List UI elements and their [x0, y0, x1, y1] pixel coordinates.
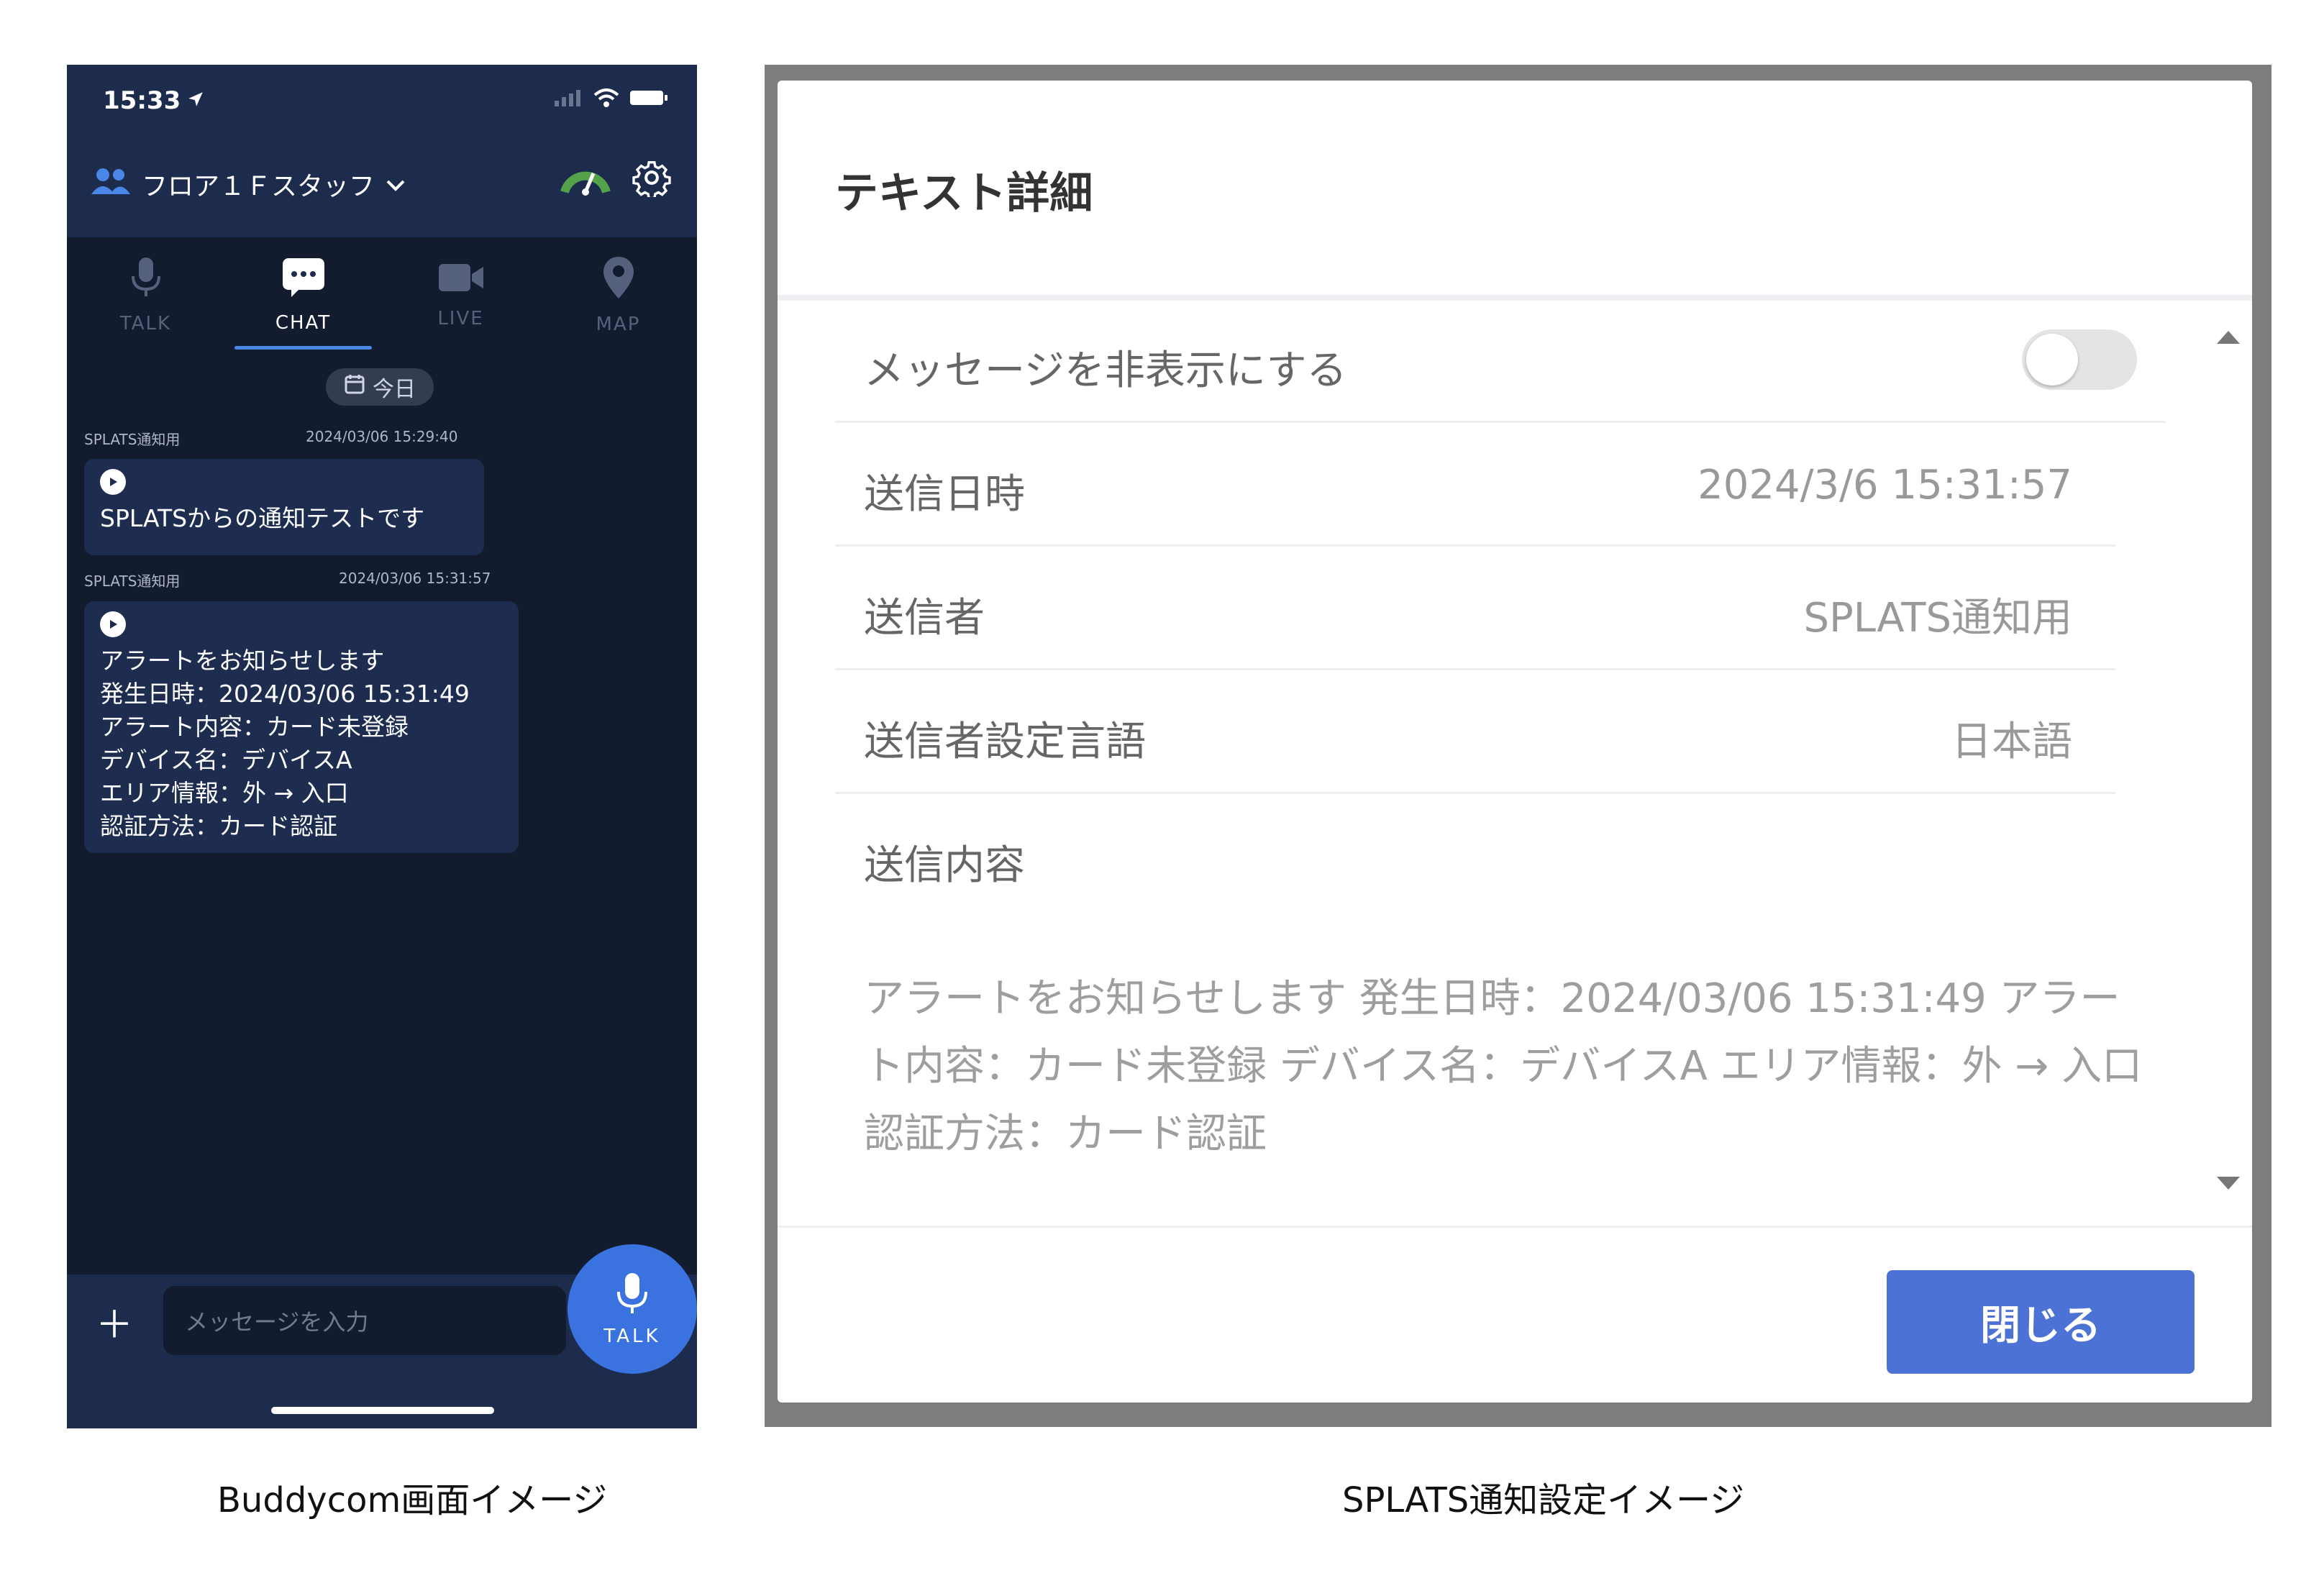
- talk-button-label: TALK: [603, 1325, 661, 1347]
- message-text: SPLATSからの通知テストです: [100, 504, 425, 532]
- microphone-icon: [130, 256, 162, 304]
- message-timestamp: 2024/03/06 15:31:57: [339, 570, 491, 587]
- hide-message-toggle[interactable]: [2022, 329, 2137, 390]
- date-separator-chip: 今日: [326, 368, 434, 406]
- message-bubble[interactable]: アラートをお知らせします 発生日時：2024/03/06 15:31:49 アラ…: [84, 601, 519, 853]
- group-name: フロア１Ｆスタッフ: [142, 172, 375, 201]
- tab-chat[interactable]: CHAT: [224, 237, 382, 352]
- users-icon: [90, 167, 132, 202]
- field-label: 送信者設定言語: [864, 719, 1146, 765]
- scroll-down-arrow-icon[interactable]: [2217, 1177, 2240, 1190]
- gear-icon[interactable]: [632, 158, 671, 200]
- toggle-knob: [2026, 334, 2078, 386]
- battery-icon: [629, 88, 668, 110]
- message-timestamp: 2024/03/06 15:29:40: [306, 428, 458, 445]
- tab-map-label: MAP: [596, 313, 641, 335]
- map-pin-icon: [602, 255, 635, 305]
- message-text: アラートをお知らせします 発生日時：2024/03/06 15:31:49 アラ…: [100, 647, 470, 840]
- field-value: 2024/3/6 15:31:57: [1698, 462, 2072, 509]
- tab-talk-label: TALK: [119, 312, 172, 334]
- tab-live-label: LIVE: [437, 307, 484, 329]
- mode-tabs: TALK CHAT LIVE MAP: [67, 237, 697, 352]
- dialog-header-divider: [778, 295, 2252, 301]
- message-bubble[interactable]: SPLATSからの通知テストです: [84, 459, 484, 555]
- microphone-icon: [616, 1272, 649, 1321]
- play-icon[interactable]: [100, 469, 126, 495]
- hide-message-row: メッセージを非表示にする: [835, 301, 2166, 423]
- play-icon[interactable]: [100, 611, 126, 637]
- message-sender: SPLATS通知用: [84, 573, 181, 590]
- field-row-sent-time: 送信日時 2024/3/6 15:31:57: [835, 423, 2115, 547]
- status-bar-icons: [555, 88, 668, 111]
- status-bar-time: 15:33: [103, 86, 205, 115]
- phone-header: 15:33 フロア１Ｆスタッフ: [67, 65, 697, 237]
- text-detail-dialog: テキスト詳細 メッセージを非表示にする 送信日時 2024/3/6 15:31:…: [778, 81, 2252, 1403]
- caption-buddycom: Buddycom画面イメージ: [217, 1480, 608, 1520]
- chevron-down-icon: [385, 170, 406, 199]
- talk-button[interactable]: TALK: [568, 1244, 697, 1374]
- home-indicator: [271, 1407, 494, 1414]
- field-label: 送信者: [864, 595, 985, 642]
- chat-bubble-icon: [281, 257, 326, 304]
- add-attachment-button[interactable]: ＋: [96, 1295, 133, 1349]
- message-input[interactable]: メッセージを入力: [163, 1286, 566, 1355]
- status-time-text: 15:33: [103, 86, 181, 115]
- caption-splats: SPLATS通知設定イメージ: [1342, 1480, 1745, 1520]
- close-button[interactable]: 閉じる: [1887, 1270, 2195, 1374]
- field-value: SPLATS通知用: [1803, 595, 2072, 642]
- hide-message-label: メッセージを非表示にする: [864, 347, 1347, 394]
- header-actions: [559, 158, 671, 200]
- message-sender: SPLATS通知用: [84, 431, 181, 448]
- signal-meter-icon[interactable]: [559, 159, 612, 199]
- dialog-title: テキスト詳細: [835, 168, 1093, 219]
- buddycom-phone-screen: 15:33 フロア１Ｆスタッフ TALK CHAT LIVE MAP 今日 SP…: [67, 65, 697, 1428]
- scroll-up-arrow-icon[interactable]: [2217, 331, 2240, 344]
- signal-icon: [555, 89, 583, 109]
- content-label: 送信内容: [864, 842, 1025, 889]
- field-label: 送信日時: [864, 471, 1025, 518]
- tab-live[interactable]: LIVE: [382, 237, 539, 352]
- tab-map[interactable]: MAP: [539, 237, 697, 352]
- field-row-sender-language: 送信者設定言語 日本語: [835, 670, 2115, 794]
- tab-talk[interactable]: TALK: [67, 237, 224, 352]
- video-camera-icon: [437, 261, 485, 299]
- field-row-content: 送信内容: [835, 794, 2115, 931]
- wifi-icon: [593, 88, 619, 111]
- group-selector[interactable]: フロア１Ｆスタッフ: [90, 165, 406, 203]
- field-row-sender: 送信者 SPLATS通知用: [835, 547, 2115, 670]
- field-value: 日本語: [1951, 719, 2072, 765]
- location-arrow-icon: [186, 86, 205, 115]
- tab-chat-label: CHAT: [275, 311, 332, 334]
- calendar-icon: [344, 373, 365, 401]
- dialog-footer-divider: [778, 1226, 2252, 1228]
- date-chip-label: 今日: [373, 377, 416, 402]
- content-text: アラートをお知らせします 発生日時：2024/03/06 15:31:49 アラ…: [864, 975, 2143, 1157]
- message-input-placeholder: メッセージを入力: [185, 1308, 369, 1336]
